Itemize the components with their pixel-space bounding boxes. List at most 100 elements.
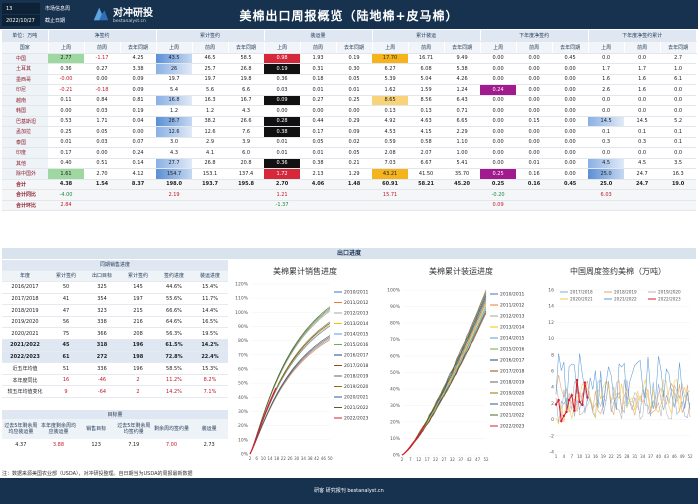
progress-value: 11.2% bbox=[156, 374, 192, 387]
summary-cell: -1.37 bbox=[264, 200, 301, 211]
data-point bbox=[583, 381, 587, 384]
value-cell: 0.25 bbox=[48, 126, 84, 138]
value-cell: 8.56 bbox=[408, 95, 445, 106]
legend-label: 2016/2017 bbox=[344, 353, 369, 359]
value-cell: 0.00 bbox=[552, 116, 589, 127]
progress-value: 16.5% bbox=[192, 316, 229, 329]
progress-value: 145 bbox=[120, 281, 156, 294]
value-cell: 12.6 bbox=[156, 126, 193, 138]
summary-row: 合计环比 2.84 -1.37 0.09 bbox=[2, 200, 697, 211]
progress-header: 累计签约 bbox=[48, 270, 84, 283]
table-row: 巴基斯坦 0.53 1.71 0.04 28.7 38.2 26.6 0.28 0.44 0.29… bbox=[2, 116, 697, 127]
summary-cell: 4.38 bbox=[48, 179, 84, 190]
value-cell: 0.00 bbox=[120, 126, 157, 138]
summary-cell bbox=[588, 200, 625, 211]
value-cell: 0.0 bbox=[624, 95, 661, 106]
value-cell: 2.07 bbox=[408, 147, 445, 159]
legend-label: 2017/2018 bbox=[570, 290, 593, 295]
x-tick-label: 38 bbox=[307, 456, 313, 461]
progress-value: 9 bbox=[48, 385, 84, 399]
y-tick-label: 50% bbox=[238, 381, 249, 387]
series-line bbox=[249, 321, 331, 455]
value-cell: 7.6 bbox=[228, 126, 265, 138]
value-cell: 1.10 bbox=[444, 137, 481, 148]
chart-china-title: 中国周度签约美棉（万吨） bbox=[570, 267, 666, 276]
summary-cell bbox=[408, 200, 445, 211]
y-tick-label: 70% bbox=[390, 337, 401, 343]
target-value: 7.00 bbox=[165, 441, 178, 448]
group-shipments: 装运量 bbox=[264, 30, 373, 42]
progress-year: 2021/2022 bbox=[2, 339, 48, 352]
value-cell: 0.27 bbox=[84, 63, 120, 75]
value-cell: 0.05 bbox=[84, 126, 120, 138]
x-tick-label: 10 bbox=[577, 454, 583, 459]
value-cell: 0.00 bbox=[516, 74, 553, 85]
value-cell: 0.00 bbox=[552, 147, 589, 159]
value-cell: 1.72 bbox=[264, 168, 301, 180]
value-cell: 0.81 bbox=[120, 95, 157, 106]
value-cell: 1.61 bbox=[48, 168, 84, 180]
y-tick-label: 80% bbox=[238, 338, 249, 344]
country-cell: 印尼 bbox=[2, 84, 48, 96]
value-cell: -0.21 bbox=[48, 84, 84, 96]
x-tick-label: 6 bbox=[255, 456, 258, 461]
x-tick-label: 46 bbox=[321, 456, 327, 461]
col-prev-week: 前周 bbox=[300, 41, 337, 54]
table-row: 中国 2.77 -1.17 4.25 43.5 46.5 58.5 0.98 1.93 0.19 1… bbox=[2, 53, 697, 64]
x-tick-label: 10 bbox=[261, 456, 267, 461]
value-cell: 4.1 bbox=[192, 147, 229, 159]
value-cell: 0.09 bbox=[336, 126, 373, 138]
summary-cell: 58.21 bbox=[408, 179, 445, 190]
x-tick-label: 4 bbox=[563, 454, 566, 459]
legend-label: 2016/2017 bbox=[500, 358, 525, 364]
progress-value: -64 bbox=[84, 385, 120, 399]
group-cumulative-sales: 累计签约 bbox=[156, 30, 265, 42]
value-cell: 0.84 bbox=[84, 95, 120, 106]
unit-label: 单位：万吨 bbox=[2, 30, 49, 42]
value-cell: 38.2 bbox=[192, 116, 229, 127]
value-cell: 0.00 bbox=[480, 95, 517, 106]
value-cell: 0.38 bbox=[300, 158, 337, 169]
value-cell: 0.31 bbox=[300, 63, 337, 75]
summary-cell: 15.71 bbox=[372, 189, 409, 201]
country-cell: 印度 bbox=[2, 147, 48, 159]
x-tick-label: 16 bbox=[593, 454, 599, 459]
summary-cell bbox=[624, 200, 661, 211]
legend-label: 2014/2015 bbox=[500, 336, 525, 342]
data-point bbox=[570, 394, 573, 397]
summary-cell bbox=[660, 200, 697, 211]
value-cell: 0.09 bbox=[120, 84, 157, 96]
x-tick-label: 13 bbox=[585, 454, 591, 459]
x-tick-label: 22 bbox=[609, 454, 615, 459]
progress-value: 198 bbox=[120, 351, 156, 364]
col-last-week: 上周 bbox=[156, 41, 193, 54]
value-cell: 16.7 bbox=[228, 95, 265, 106]
value-cell: 0.19 bbox=[120, 105, 157, 117]
col-prev-week: 前周 bbox=[516, 41, 553, 54]
summary-cell: 1.48 bbox=[336, 179, 373, 190]
summary-cell: 24.7 bbox=[624, 179, 661, 190]
sub-header-row: 国家 上周 前周 去年同期 上周 前周 去年同期 上周 前周 去年同期 上周 前… bbox=[2, 41, 697, 54]
value-cell: 0.00 bbox=[264, 105, 301, 117]
value-cell: 1.0 bbox=[660, 63, 697, 75]
data-point bbox=[562, 414, 566, 417]
value-cell: 0.51 bbox=[84, 158, 120, 169]
legend-label: 2019/2020 bbox=[344, 384, 369, 390]
legend-label: 2021/2022 bbox=[614, 297, 637, 302]
legend-label: 2021/2022 bbox=[500, 413, 525, 419]
progress-value: 45 bbox=[48, 339, 84, 352]
value-cell: 19.7 bbox=[192, 74, 229, 85]
summary-cell: 4.06 bbox=[300, 179, 337, 190]
legend-label: 2010/2011 bbox=[500, 292, 525, 298]
progress-value: 14.2% bbox=[192, 339, 229, 352]
value-cell: 1.6 bbox=[624, 84, 661, 96]
summary-cell: 193.7 bbox=[192, 179, 229, 190]
data-point bbox=[575, 378, 579, 382]
progress-value: 61 bbox=[48, 351, 84, 364]
value-cell: 0.00 bbox=[480, 158, 517, 169]
value-cell: 17.70 bbox=[372, 53, 409, 64]
value-cell: 27.7 bbox=[156, 158, 193, 169]
value-cell: 4.92 bbox=[372, 116, 409, 127]
target-header: 本年度剩余周均应装运量 bbox=[39, 419, 78, 439]
value-cell: 0.02 bbox=[336, 137, 373, 148]
